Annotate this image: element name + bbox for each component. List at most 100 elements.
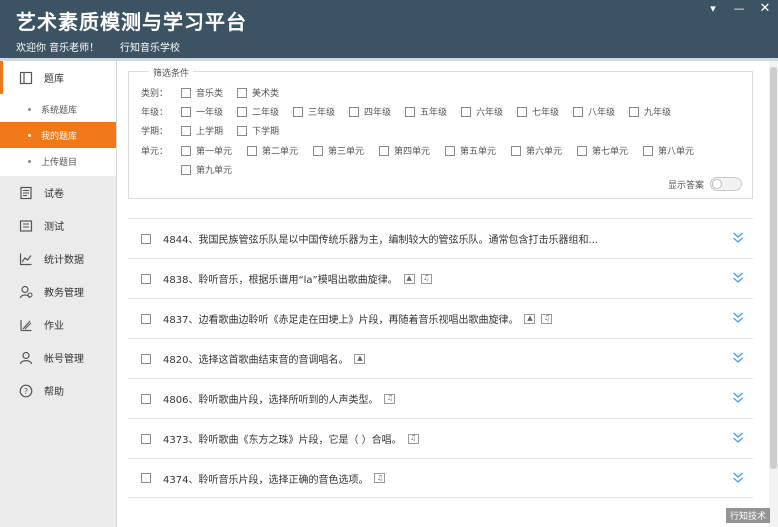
filter-option[interactable]: 六年级 (461, 105, 517, 118)
sidebar-item-question-bank[interactable]: 题库 (0, 61, 116, 94)
sidebar-subitem-label: 系统题库 (41, 105, 78, 116)
checkbox[interactable] (237, 87, 247, 98)
filter-option[interactable]: 第六单元 (511, 144, 577, 157)
expand-chevron-icon[interactable] (732, 231, 744, 245)
filter-option[interactable]: 三年级 (293, 105, 349, 118)
filter-option[interactable]: 下学期 (237, 124, 293, 137)
sidebar-item-label: 教务管理 (44, 288, 84, 299)
question-row[interactable]: 4373、聆听歌曲《东方之珠》片段，它是（ ）合唱。 ♫ (128, 418, 753, 458)
filter-option[interactable]: 七年级 (517, 105, 573, 118)
minimize-button[interactable]: — (726, 0, 752, 18)
checkbox[interactable] (643, 145, 653, 156)
close-button[interactable]: ✕ (752, 0, 778, 18)
toggle-knob (712, 179, 722, 189)
checkbox[interactable] (379, 145, 389, 156)
sidebar-item-help[interactable]: ? 帮助 (0, 374, 116, 407)
paper-icon (18, 185, 34, 201)
scrollbar-thumb[interactable] (770, 67, 777, 469)
sidebar-subitem-my-bank[interactable]: 我的题库 (0, 122, 116, 148)
filter-option[interactable]: 四年级 (349, 105, 405, 118)
checkbox[interactable] (141, 473, 151, 483)
sidebar-item-academic[interactable]: 教务管理 (0, 275, 116, 308)
expand-chevron-icon[interactable] (732, 431, 744, 445)
expand-chevron-icon[interactable] (732, 391, 744, 405)
filter-option[interactable]: 九年级 (629, 105, 685, 118)
sidebar-item-account[interactable]: 帐号管理 (0, 341, 116, 374)
sidebar-item-papers[interactable]: 试卷 (0, 176, 116, 209)
checkbox[interactable] (293, 106, 303, 117)
checkbox[interactable] (405, 106, 415, 117)
filter-option[interactable]: 第四单元 (379, 144, 445, 157)
filter-option[interactable]: 美术类 (237, 86, 293, 99)
image-icon[interactable]: ▲ (354, 353, 366, 364)
filter-row-category: 类别： 音乐类 美术类 (141, 86, 293, 99)
filter-option[interactable]: 第八单元 (643, 144, 709, 157)
audio-icon[interactable]: ♫ (541, 313, 553, 324)
sidebar-subitem-upload[interactable]: 上传题目 (0, 148, 116, 174)
checkbox[interactable] (181, 87, 191, 98)
checkbox[interactable] (573, 106, 583, 117)
menu-dropdown-button[interactable]: ▾ (700, 0, 726, 18)
checkbox[interactable] (313, 145, 323, 156)
show-answer-toggle[interactable] (710, 177, 742, 191)
filter-option[interactable]: 第五单元 (445, 144, 511, 157)
filter-row-grade: 年级： 一年级 二年级 三年级 四年级 五年级 六年级 七年级 八年级 九年级 (141, 105, 685, 118)
checkbox[interactable] (141, 433, 151, 444)
checkbox[interactable] (141, 393, 151, 404)
welcome-text: 欢迎你 音乐老师！ (16, 43, 100, 54)
checkbox[interactable] (577, 145, 587, 156)
audio-icon[interactable]: ♫ (420, 273, 432, 284)
audio-icon[interactable]: ♫ (374, 473, 386, 483)
checkbox[interactable] (629, 106, 639, 117)
audio-icon[interactable]: ♫ (384, 393, 396, 404)
question-row[interactable]: 4844、我国民族管弦乐队是以中国传统乐器为主，编制较大的管弦乐队。通常包含打击… (128, 218, 753, 258)
expand-chevron-icon[interactable] (732, 351, 744, 365)
question-row[interactable]: 4838、聆听音乐，根据乐谱用“la”模唱出歌曲旋律。 ▲ ♫ (128, 258, 753, 298)
question-row[interactable]: 4837、边看歌曲边聆听《赤足走在田埂上》片段，再随着音乐视唱出歌曲旋律。 ▲ … (128, 298, 753, 338)
filter-option[interactable]: 上学期 (181, 124, 237, 137)
filter-option[interactable]: 第三单元 (313, 144, 379, 157)
sidebar-item-homework[interactable]: 作业 (0, 308, 116, 341)
checkbox[interactable] (237, 125, 247, 136)
checkbox[interactable] (141, 353, 151, 364)
checkbox[interactable] (349, 106, 359, 117)
question-row[interactable]: 4806、聆听歌曲片段，选择所听到的人声类型。 ♫ (128, 378, 753, 418)
checkbox[interactable] (461, 106, 471, 117)
sidebar-item-statistics[interactable]: 统计数据 (0, 242, 116, 275)
question-row[interactable]: 4820、选择这首歌曲结束音的音调唱名。 ▲ (128, 338, 753, 378)
checkbox[interactable] (517, 106, 527, 117)
checkbox[interactable] (511, 145, 521, 156)
expand-chevron-icon[interactable] (732, 311, 744, 325)
expand-chevron-icon[interactable] (732, 471, 744, 485)
checkbox[interactable] (181, 125, 191, 136)
question-text: 4373、聆听歌曲《东方之珠》片段，它是（ ）合唱。 (163, 435, 402, 446)
filter-option[interactable]: 音乐类 (181, 86, 237, 99)
checkbox[interactable] (247, 145, 257, 156)
checkbox[interactable] (141, 233, 151, 244)
image-icon[interactable]: ▲ (403, 273, 415, 284)
checkbox[interactable] (181, 164, 191, 175)
filter-option[interactable]: 第一单元 (181, 144, 247, 157)
expand-chevron-icon[interactable] (732, 271, 744, 285)
checkbox[interactable] (181, 106, 191, 117)
sidebar-subitem-system-bank[interactable]: 系统题库 (0, 96, 116, 122)
filter-option[interactable]: 八年级 (573, 105, 629, 118)
image-icon[interactable]: ▲ (524, 313, 536, 324)
chart-icon (18, 251, 34, 267)
filter-option[interactable]: 第九单元 (181, 163, 247, 176)
checkbox[interactable] (237, 106, 247, 117)
checkbox[interactable] (181, 145, 191, 156)
question-row[interactable]: 4374、聆听音乐片段，选择正确的音色选项。 ♫ (128, 458, 753, 498)
filter-option[interactable]: 五年级 (405, 105, 461, 118)
checkbox[interactable] (141, 313, 151, 324)
vertical-scrollbar[interactable] (769, 61, 778, 527)
filter-option[interactable]: 第二单元 (247, 144, 313, 157)
checkbox[interactable] (445, 145, 455, 156)
question-list: 4844、我国民族管弦乐队是以中国传统乐器为主，编制较大的管弦乐队。通常包含打击… (128, 218, 753, 498)
sidebar-item-test[interactable]: 测试 (0, 209, 116, 242)
filter-option[interactable]: 一年级 (181, 105, 237, 118)
checkbox[interactable] (141, 273, 151, 284)
audio-icon[interactable]: ♫ (407, 433, 419, 444)
filter-option[interactable]: 二年级 (237, 105, 293, 118)
filter-option[interactable]: 第七单元 (577, 144, 643, 157)
